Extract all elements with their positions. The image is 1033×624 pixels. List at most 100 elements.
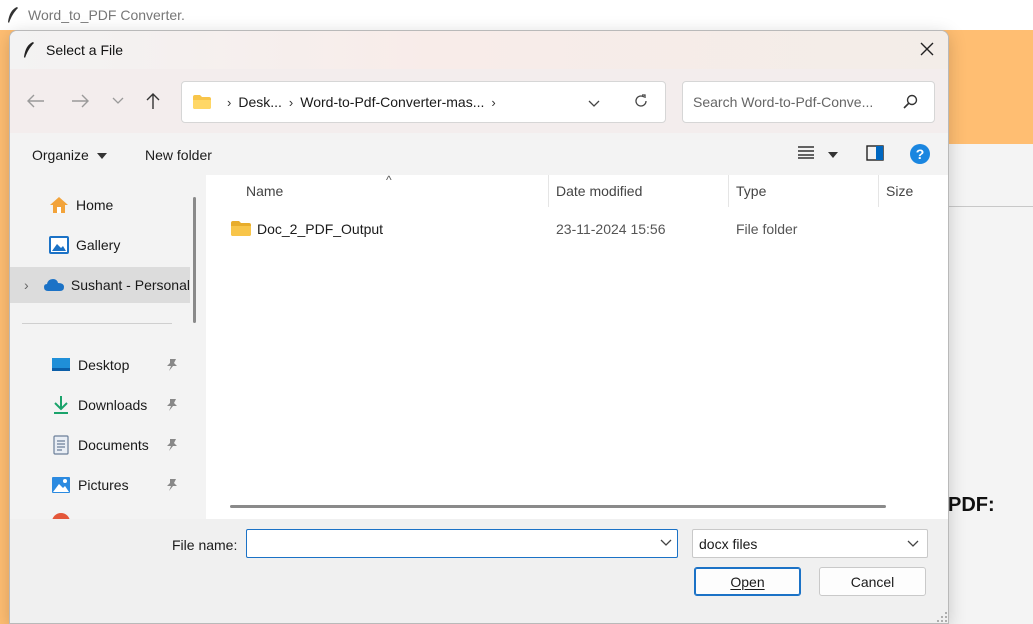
horizontal-scrollbar[interactable] [230,505,886,508]
column-header-size[interactable]: Size [886,183,913,199]
chevron-down-icon [660,539,672,546]
file-name-history-button[interactable] [658,535,674,551]
folder-icon [231,221,251,236]
chevron-right-icon: › [24,277,29,293]
onedrive-cloud-icon [43,274,65,296]
pin-icon [167,399,177,411]
back-button[interactable] [24,89,48,113]
new-folder-button[interactable]: New folder [145,147,212,163]
search-placeholder: Search Word-to-Pdf-Conve... [693,94,874,110]
pin-icon [167,359,177,371]
pictures-icon [50,474,72,496]
arrow-up-icon [146,93,160,109]
open-button-label: Open [730,573,765,590]
recent-locations-button[interactable] [106,89,130,113]
open-button[interactable]: Open [694,567,801,596]
nav-item-downloads[interactable]: Downloads [10,387,190,423]
nav-item-label: Gallery [76,237,121,253]
file-name-input[interactable] [246,529,678,558]
chevron-down-icon [588,100,600,107]
nav-item-home[interactable]: Home [10,187,190,223]
chevron-right-icon: › [491,94,496,110]
file-date-modified: 23-11-2024 15:56 [556,221,666,237]
breadcrumb-current-folder[interactable]: Word-to-Pdf-Converter-mas... [300,94,484,110]
close-icon [920,42,934,56]
dialog-title: Select a File [46,42,124,58]
home-icon [48,194,70,216]
feather-icon [24,42,34,58]
caret-down-icon [96,153,107,160]
file-list: ^ Name Date modified Type Size Doc_2_PDF… [206,173,948,519]
nav-item-pictures[interactable]: Pictures [10,467,190,503]
chevron-down-icon [905,536,921,552]
desktop-icon [50,354,72,376]
table-row[interactable]: Doc_2_PDF_Output 23-11-2024 15:56 File f… [206,213,948,245]
file-name-label: File name: [172,537,238,553]
folder-icon [193,95,211,109]
refresh-icon [635,94,647,107]
list-view-icon [798,146,814,159]
gallery-icon [48,234,70,256]
address-history-button[interactable] [588,95,600,111]
address-bar[interactable]: › Desk... › Word-to-Pdf-Converter-mas...… [181,81,666,123]
close-button[interactable] [914,36,940,62]
nav-item-label: Pictures [78,477,129,493]
column-header-name[interactable]: Name [246,183,283,199]
nav-scrollbar[interactable] [193,197,196,323]
organize-label: Organize [32,147,89,163]
download-icon [50,394,72,416]
forward-button[interactable] [68,89,92,113]
pin-icon [167,439,177,451]
column-header-type[interactable]: Type [736,183,766,199]
search-icon [902,94,918,113]
svg-text:?: ? [916,146,925,162]
column-separator[interactable] [548,175,549,207]
cancel-button[interactable]: Cancel [819,567,926,596]
breadcrumb-desktop[interactable]: Desk... [238,94,282,110]
nav-item-label: Sushant - Personal [70,277,190,293]
nav-item-label: Downloads [78,397,148,413]
nav-item-label: Desktop [78,357,130,373]
preview-pane-button[interactable] [866,145,884,164]
search-input[interactable]: Search Word-to-Pdf-Conve... [682,81,935,123]
arrow-left-icon [27,94,44,108]
up-button[interactable] [141,89,165,113]
help-icon: ? [910,144,930,164]
column-header-date-modified[interactable]: Date modified [556,183,642,199]
app-pdf-label: PDF: [948,494,995,516]
nav-item-label: Documents [78,437,149,453]
file-dialog: Select a File › Desk... › Word-to-Pdf-Co… [9,30,949,624]
nav-item-gallery[interactable]: Gallery [10,227,190,263]
organize-button[interactable]: Organize [32,147,107,163]
feather-icon [8,7,18,23]
view-options-button[interactable] [798,145,838,162]
dialog-footer: File name: docx files Open Cancel [10,519,948,623]
nav-item-desktop[interactable]: Desktop [10,347,190,383]
preview-pane-icon [866,145,884,161]
nav-item-onedrive[interactable]: › Sushant - Personal [10,267,190,303]
navigation-pane: Home Gallery › Sushant - Personal Deskto… [10,175,204,519]
chevron-right-icon: › [288,94,294,110]
caret-down-icon [827,152,838,159]
file-name: Doc_2_PDF_Output [257,221,384,237]
resize-grip-icon[interactable] [936,611,948,623]
column-separator[interactable] [728,175,729,207]
nav-item-documents[interactable]: Documents [10,427,190,463]
chevron-down-icon [112,97,124,104]
nav-item-label: Home [76,197,114,213]
column-separator[interactable] [878,175,879,207]
documents-icon [50,434,72,456]
file-type-value: docx files [699,535,758,552]
arrow-right-icon [72,94,89,108]
file-type-select[interactable]: docx files [692,529,928,558]
help-button[interactable]: ? [909,143,931,168]
sort-ascending-icon: ^ [386,173,392,187]
command-bar: Organize New folder ? [10,133,948,175]
file-type: File folder [736,221,798,237]
refresh-button[interactable] [633,93,649,112]
pin-icon [167,479,177,491]
chevron-right-icon: › [227,94,232,110]
nav-divider [22,323,172,324]
cancel-button-label: Cancel [850,573,895,590]
navigation-bar: › Desk... › Word-to-Pdf-Converter-mas...… [10,69,948,133]
